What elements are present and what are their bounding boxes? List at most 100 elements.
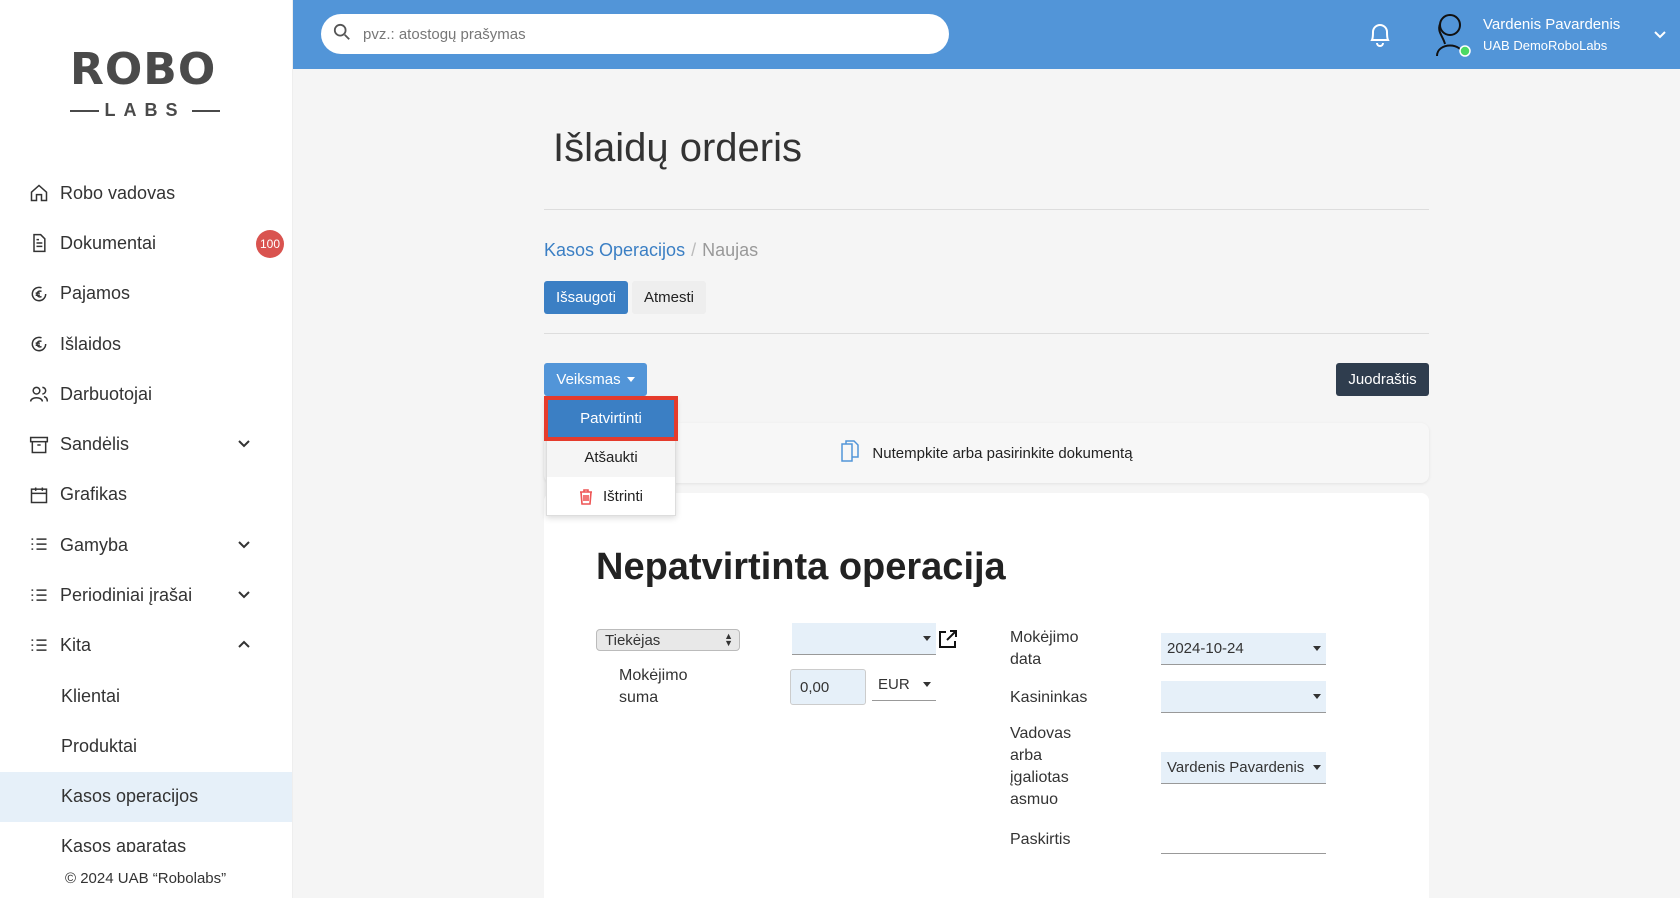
logo-sub: LABS [70, 100, 220, 121]
bell-icon[interactable] [1367, 20, 1393, 48]
manager-field[interactable]: Vardenis Pavardenis [1161, 752, 1326, 784]
list-icon [28, 585, 50, 607]
caret-down-icon [1313, 765, 1321, 770]
sidebar-subitem-kasos-operacijos[interactable]: Kasos operacijos [0, 771, 292, 822]
list-icon [28, 635, 50, 657]
chevron-down-icon[interactable] [236, 536, 252, 552]
draft-status-button[interactable]: Juodraštis [1336, 363, 1429, 396]
form-title: Nepatvirtinta operacija [596, 546, 1006, 588]
search-input[interactable] [363, 25, 923, 43]
chevron-up-icon[interactable] [236, 637, 252, 653]
sidebar-item-label: Gamyba [60, 534, 129, 555]
chevron-down-icon[interactable] [1652, 26, 1668, 42]
cashier-field[interactable] [1161, 681, 1326, 713]
sidebar-item-label: Pajamos [60, 283, 131, 304]
action-button-label: Veiksmas [556, 371, 621, 388]
sidebar-item-sandelis[interactable]: Sandėlis [0, 419, 292, 469]
sidebar-item-islaidos[interactable]: Išlaidos [0, 319, 292, 369]
delete-label: Ištrinti [602, 488, 643, 505]
updown-arrows-icon: ▲ ▼ [724, 631, 733, 648]
sidebar-item-robo-vadovas[interactable]: Robo vadovas [0, 168, 292, 218]
avatar[interactable] [1429, 10, 1473, 58]
payment-date-value: 2024-10-24 [1167, 640, 1244, 657]
sidebar-item-darbuotojai[interactable]: Darbuotojai [0, 369, 292, 419]
archive-icon [28, 434, 50, 456]
payment-date-field[interactable]: 2024-10-24 [1161, 633, 1326, 665]
external-link-icon[interactable] [937, 628, 959, 650]
action-dropdown-button[interactable]: Veiksmas [544, 363, 647, 396]
save-button[interactable]: Išsaugoti [544, 281, 628, 314]
breadcrumb-current: Naujas [702, 240, 759, 260]
breadcrumb: Kasos Operacijos / Naujas [544, 240, 758, 261]
list-icon [28, 534, 50, 556]
sidebar-subitem-klientai[interactable]: Klientai [0, 671, 292, 721]
caret-down-icon [923, 636, 931, 641]
payment-date-label: Mokėjimo data [1010, 629, 1079, 668]
divider [544, 209, 1429, 210]
users-icon [28, 383, 50, 405]
top-header: Vardenis Pavardenis UAB DemoRoboLabs [293, 0, 1680, 69]
sidebar-item-gamyba[interactable]: Gamyba [0, 520, 292, 570]
sidebar-subitem-produktai[interactable]: Produktai [0, 721, 292, 771]
calendar-icon [28, 484, 50, 506]
cashier-label: Kasininkas [1010, 689, 1088, 706]
copyright: © 2024 UAB “Robolabs” [65, 870, 227, 887]
sidebar-item-label: Dokumentai [60, 232, 157, 253]
currency-value: EUR [878, 676, 910, 693]
chevron-down-icon[interactable] [236, 435, 252, 451]
caret-down-icon [1313, 646, 1321, 651]
sidebar-item-periodiniai-irasai[interactable]: Periodiniai įrašai [0, 570, 292, 620]
sidebar-item-dokumentai[interactable]: Dokumentai 100 [0, 218, 292, 268]
home-icon [28, 182, 50, 204]
sidebar-item-label: Robo vadovas [60, 182, 176, 203]
amount-input[interactable]: 0,00 [790, 669, 866, 705]
sidebar-item-label: Periodiniai įrašai [60, 585, 193, 606]
chevron-down-icon[interactable] [236, 586, 252, 602]
user-company: UAB DemoRoboLabs [1483, 38, 1608, 53]
caret-down-icon [1313, 694, 1321, 699]
breadcrumb-parent-link[interactable]: Kasos Operacijos [544, 240, 685, 260]
purpose-input[interactable] [1161, 853, 1326, 854]
logo-main-text: ROBO [70, 44, 217, 95]
manager-value: Vardenis Pavardenis [1167, 759, 1305, 776]
euro-circle-icon [28, 333, 50, 355]
robolabs-logo[interactable]: ROBO LABS [70, 44, 220, 124]
discard-button[interactable]: Atmesti [632, 281, 706, 314]
sidebar-subitem-kasos-aparatas[interactable]: Kasos aparatas [0, 822, 292, 852]
delete-menu-item[interactable]: Ištrinti [547, 477, 675, 516]
caret-down-icon [923, 682, 931, 687]
partner-field[interactable] [792, 623, 936, 655]
document-dropzone[interactable]: Nutempkite arba pasirinkite dokumentą [544, 423, 1429, 483]
sidebar-item-kita[interactable]: Kita [0, 621, 292, 671]
documents-icon [840, 439, 860, 467]
cancel-operation-menu-item[interactable]: Atšaukti [547, 438, 675, 477]
partner-type-select[interactable]: Tiekėjas ▲ ▼ [596, 629, 740, 651]
sidebar-item-label: Sandėlis [60, 434, 130, 455]
sidebar-item-label: Grafikas [60, 484, 128, 505]
operation-form-card: Nepatvirtinta operacija Tiekėjas ▲ ▼ Mokė… [544, 493, 1429, 898]
breadcrumb-separator: / [691, 240, 697, 260]
sidebar-item-label: Kita [60, 635, 92, 656]
amount-label: Mokėjimo suma [619, 667, 688, 706]
document-icon [28, 232, 50, 254]
currency-select[interactable]: EUR [872, 669, 936, 701]
action-dropdown-menu: Patvirtinti Atšaukti Ištrinti [544, 396, 678, 516]
search-box[interactable] [321, 14, 949, 54]
caret-down-icon [626, 377, 635, 382]
sidebar-item-grafikas[interactable]: Grafikas [0, 470, 292, 520]
euro-circle-icon [28, 283, 50, 305]
sidebar-nav: Robo vadovas Dokumentai 100 Pajamos Išla… [0, 168, 292, 852]
logo-sub-text: LABS [104, 100, 186, 120]
search-icon [333, 23, 351, 46]
sidebar-item-pajamos[interactable]: Pajamos [0, 269, 292, 319]
partner-type-value: Tiekėjas [605, 631, 661, 649]
user-name[interactable]: Vardenis Pavardenis [1483, 16, 1620, 33]
sidebar-item-label: Darbuotojai [60, 383, 153, 404]
manager-label: Vadovas arba įgaliotas asmuo [1010, 725, 1072, 808]
confirm-menu-item[interactable]: Patvirtinti [544, 396, 678, 441]
divider [544, 333, 1429, 334]
dropzone-text: Nutempkite arba pasirinkite dokumentą [872, 444, 1133, 462]
sidebar: ROBO LABS Robo vadovas Dokumentai 100 Pa… [0, 0, 293, 898]
trash-icon [579, 488, 593, 505]
sidebar-item-label: Išlaidos [60, 333, 122, 354]
